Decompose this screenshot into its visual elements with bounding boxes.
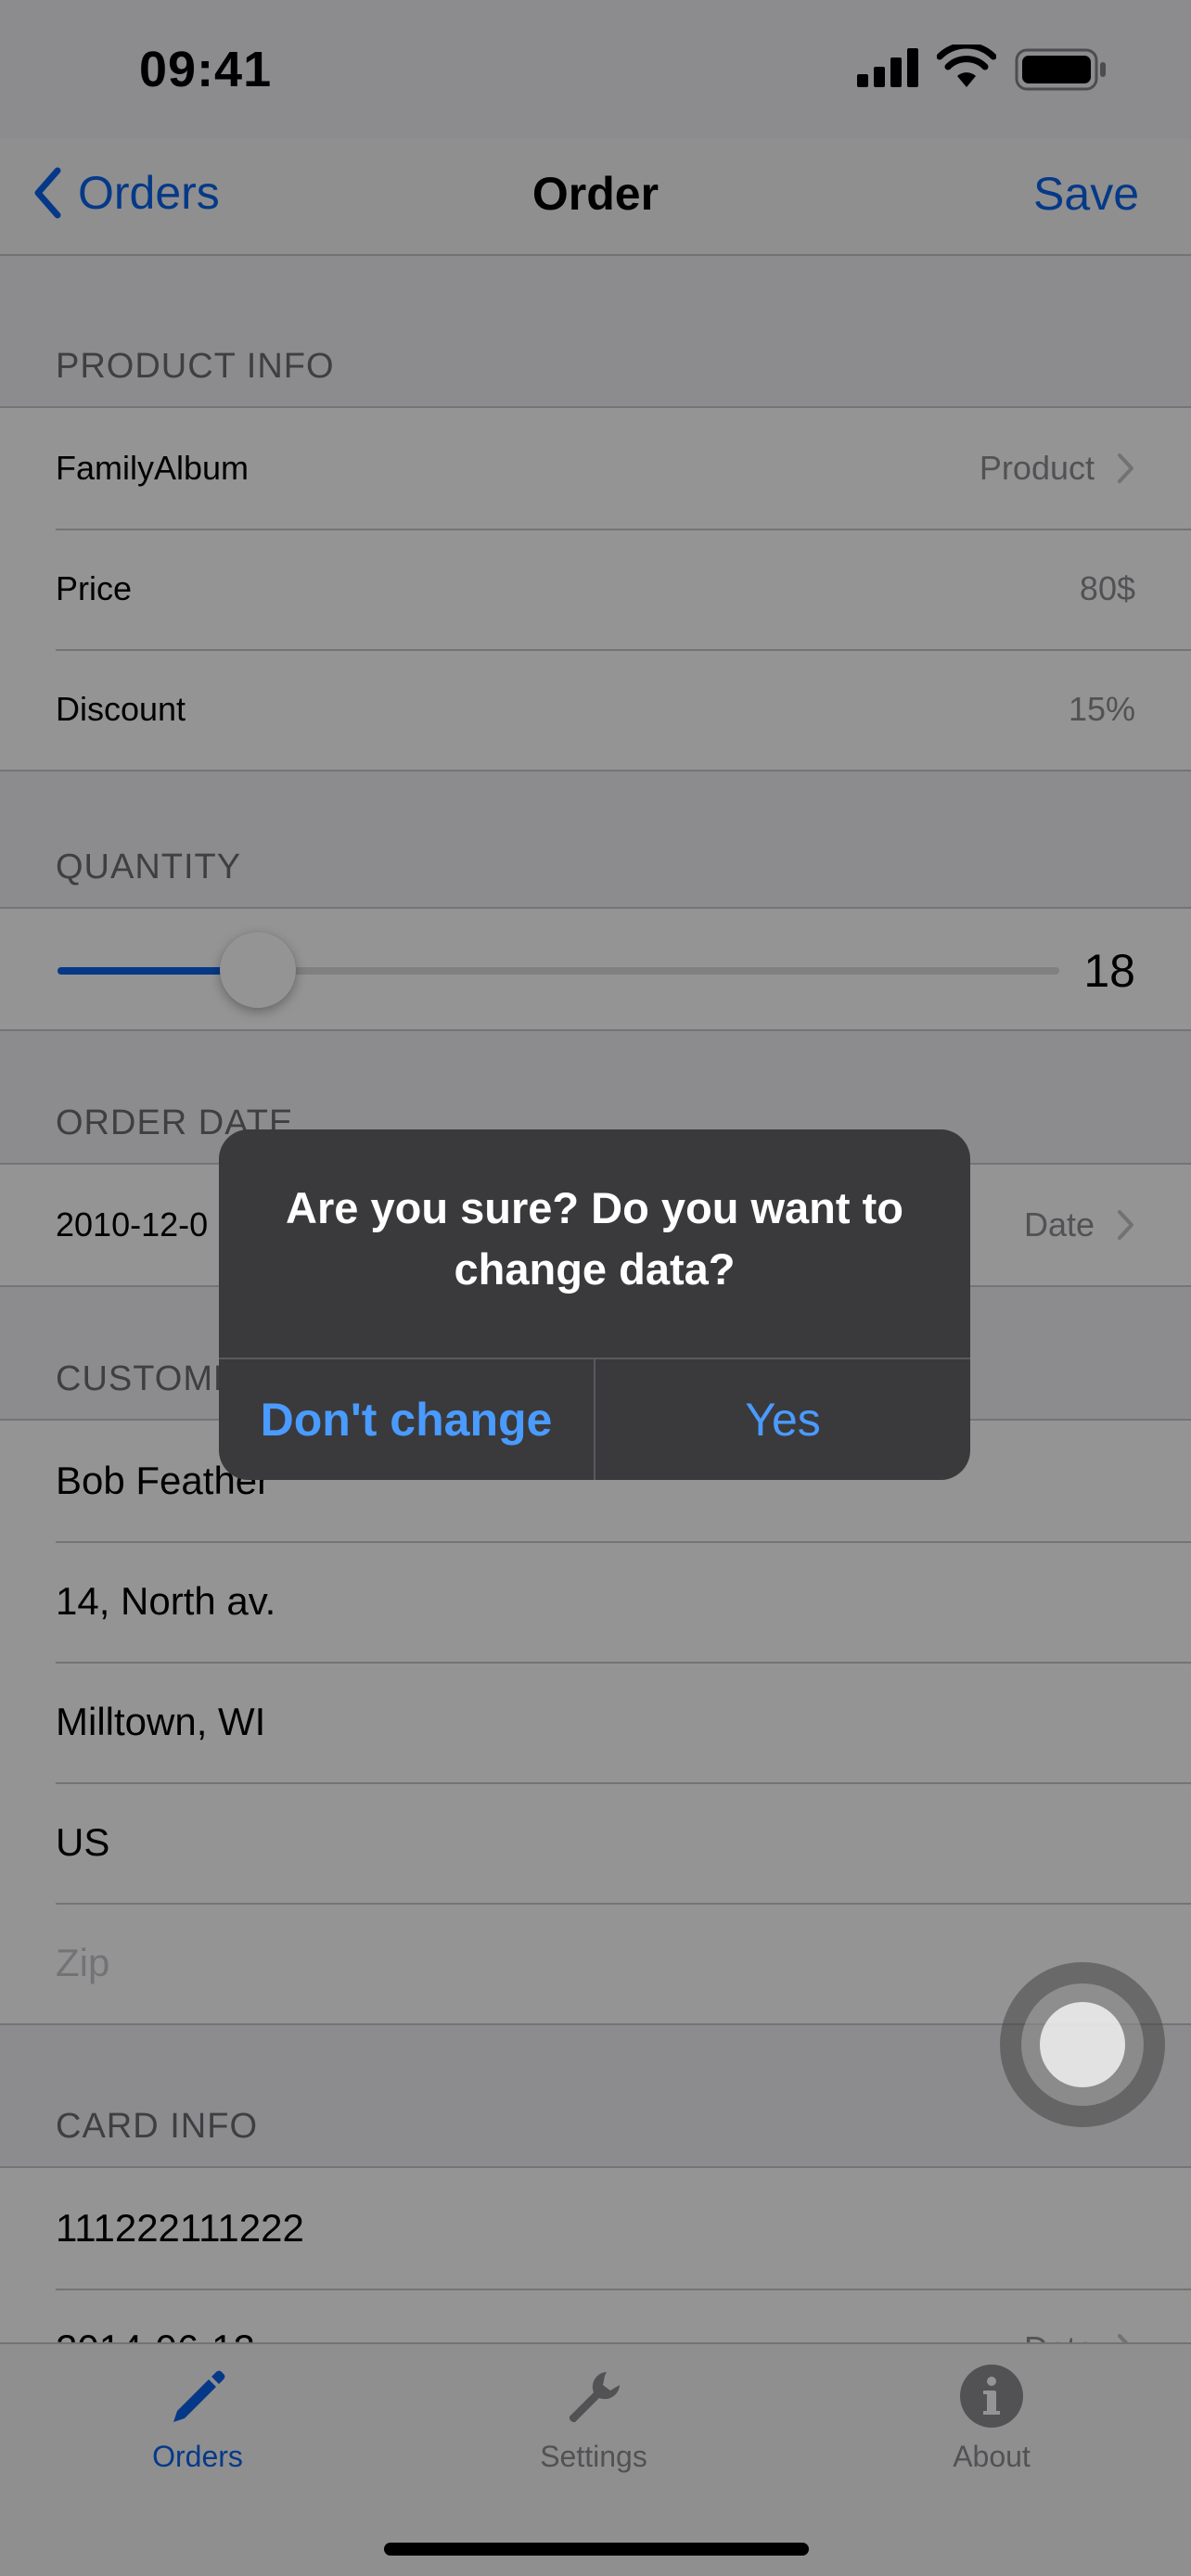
yes-button[interactable]: Yes [596, 1359, 970, 1480]
assistive-touch-center [1040, 2002, 1125, 2087]
assistive-touch-button[interactable] [1000, 1962, 1165, 2127]
dont-change-button[interactable]: Don't change [219, 1359, 594, 1480]
alert-message: Are you sure? Do you want to change data… [286, 1183, 903, 1294]
confirm-alert: Are you sure? Do you want to change data… [219, 1129, 970, 1480]
